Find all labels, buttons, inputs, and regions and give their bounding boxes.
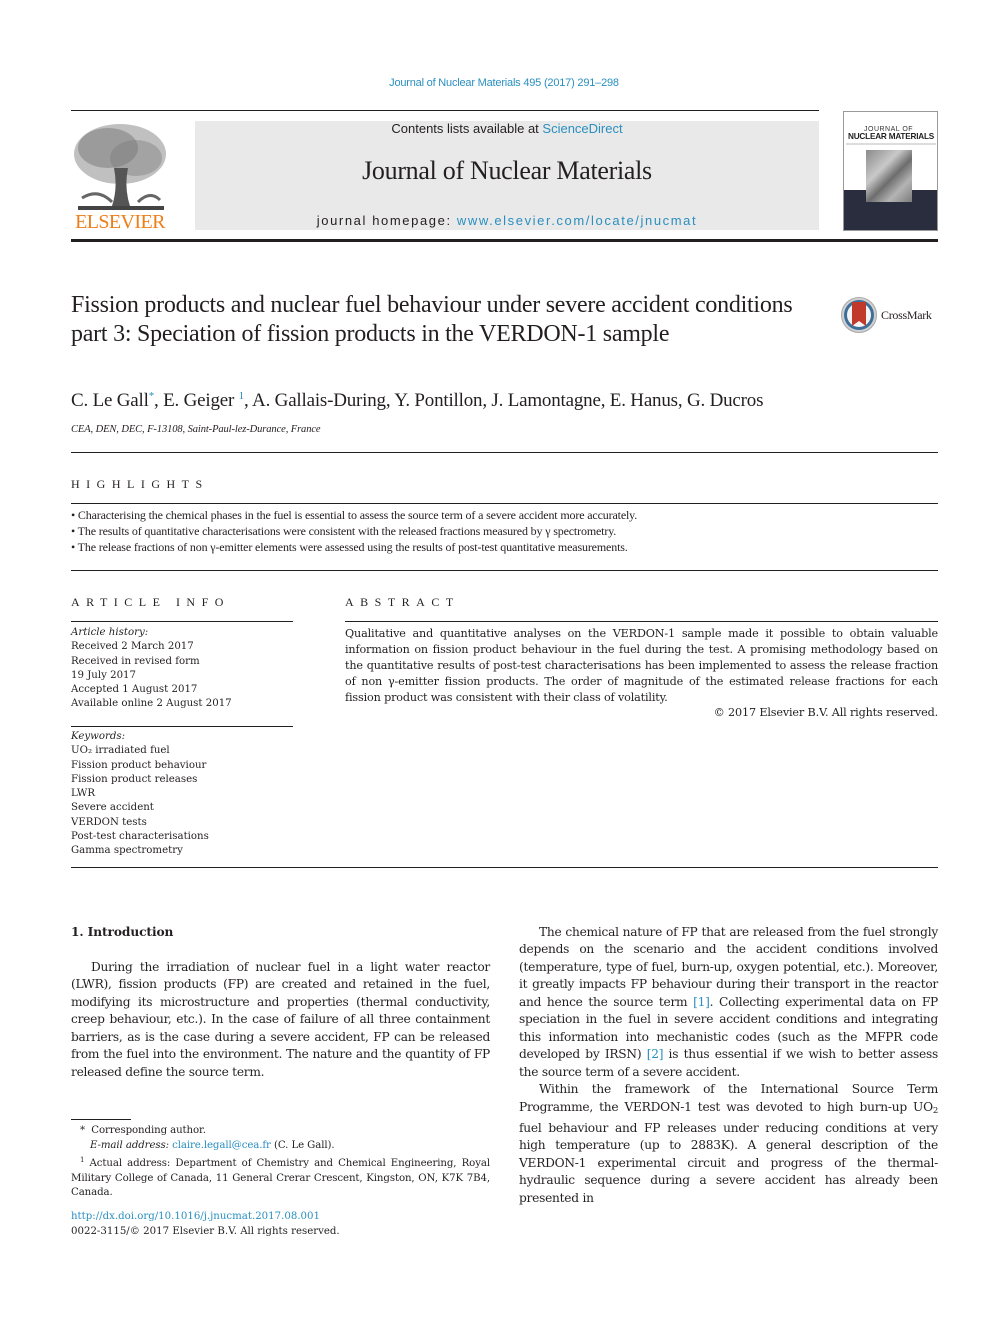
email-link[interactable]: claire.legall@cea.fr (172, 1140, 271, 1151)
author[interactable]: E. Geiger 1 (163, 390, 244, 411)
header-top-rule (71, 110, 819, 111)
body-column-right: The chemical nature of FP that are relea… (519, 924, 938, 1207)
history-item: Received in revised form (71, 655, 200, 667)
keyword-item[interactable]: Fission product behaviour (71, 759, 209, 773)
author[interactable]: E. Hanus (610, 390, 678, 411)
keywords-rule (71, 726, 293, 727)
homepage-prefix: journal homepage: (316, 213, 457, 228)
keyword-item[interactable]: Post-test characterisations (71, 830, 209, 844)
cover-title-line2: NUCLEAR MATERIALS (848, 132, 935, 141)
keyword-item[interactable]: Fission product releases (71, 773, 209, 787)
article-history: Article history: Received 2 March 2017 R… (71, 626, 232, 712)
highlights-rule (71, 503, 938, 504)
highlight-item: • Characterising the chemical phases in … (71, 508, 638, 522)
body-paragraph: Within the framework of the Internationa… (519, 1082, 938, 1205)
doi-link[interactable]: http://dx.doi.org/10.1016/j.jnucmat.2017… (71, 1211, 320, 1222)
journal-homepage: journal homepage: www.elsevier.com/locat… (195, 213, 819, 228)
body-paragraph: The chemical nature of FP that are relea… (519, 925, 938, 1079)
elsevier-wordmark: ELSEVIER (75, 211, 165, 233)
author[interactable]: Y. Pontillon (394, 390, 482, 411)
author-list: C. Le Gall*, E. Geiger 1, A. Gallais-Dur… (71, 390, 764, 411)
title-bottom-rule (71, 452, 938, 453)
keyword-item[interactable]: Gamma spectrometry (71, 844, 209, 858)
body-paragraph: During the irradiation of nuclear fuel i… (71, 960, 490, 1079)
journal-title: Journal of Nuclear Materials (362, 156, 652, 185)
cover-divider (846, 143, 936, 145)
abstract-copyright: © 2017 Elsevier B.V. All rights reserved… (713, 706, 939, 719)
highlights-heading: HIGHLIGHTS (71, 477, 209, 491)
abstract-heading: ABSTRACT (345, 595, 460, 609)
homepage-link[interactable]: www.elsevier.com/locate/jnucmat (457, 213, 697, 228)
journal-cover-thumbnail[interactable]: JOURNAL OF NUCLEAR MATERIALS (843, 111, 938, 231)
history-item: Available online 2 August 2017 (71, 698, 232, 710)
footnote-corresponding: * Corresponding author. E-mail address: … (80, 1125, 335, 1151)
keywords-list: Keywords: UO₂ irradiated fuel Fission pr… (71, 730, 209, 859)
footnote-1: 1 Actual address: Department of Chemistr… (71, 1156, 490, 1198)
article-info-heading: ARTICLE INFO (71, 595, 230, 609)
author[interactable]: C. Le Gall* (71, 390, 154, 411)
author[interactable]: A. Gallais-During (252, 390, 386, 411)
cover-micrograph-image (866, 150, 912, 202)
sciencedirect-link[interactable]: ScienceDirect (542, 121, 622, 136)
history-label: Article history: (71, 627, 149, 638)
section-heading-introduction: 1. Introduction (71, 925, 174, 939)
contents-prefix: Contents lists available at (391, 121, 543, 136)
keywords-label: Keywords: (71, 731, 126, 742)
author[interactable]: G. Ducros (687, 390, 763, 411)
keyword-item[interactable]: LWR (71, 787, 209, 801)
reference-link[interactable]: [2] (647, 1047, 664, 1061)
highlight-item: • The release fractions of non γ-emitter… (71, 540, 628, 554)
history-item: Accepted 1 August 2017 (71, 684, 198, 696)
highlights-bottom-rule (71, 570, 938, 571)
footnote-rule (71, 1119, 131, 1120)
abstract-text: Qualitative and quantitative analyses on… (345, 627, 938, 704)
contents-availability: Contents lists available at ScienceDirec… (195, 121, 819, 136)
keyword-item[interactable]: UO₂ irradiated fuel (71, 744, 209, 758)
affiliation: CEA, DEN, DEC, F-13108, Saint-Paul-lez-D… (71, 424, 321, 435)
article-info-rule (71, 621, 293, 622)
front-matter-bottom-rule (71, 867, 938, 868)
abstract-rule (345, 621, 938, 622)
reference-link[interactable]: [1] (693, 995, 710, 1009)
issn-copyright: 0022-3115/© 2017 Elsevier B.V. All right… (71, 1226, 340, 1237)
journal-reference-link[interactable]: Journal of Nuclear Materials 495 (2017) … (0, 77, 992, 89)
history-item: 19 July 2017 (71, 669, 137, 681)
crossmark-label[interactable]: CrossMark (881, 308, 932, 323)
highlight-item: • The results of quantitative characteri… (71, 524, 617, 538)
history-item: Received 2 March 2017 (71, 641, 194, 653)
header-bottom-rule (71, 239, 938, 242)
keyword-item[interactable]: VERDON tests (71, 816, 209, 830)
keyword-item[interactable]: Severe accident (71, 801, 209, 815)
author[interactable]: J. Lamontagne (491, 390, 600, 411)
body-column-left: During the irradiation of nuclear fuel i… (71, 959, 490, 1081)
article-title: Fission products and nuclear fuel behavi… (71, 292, 793, 347)
